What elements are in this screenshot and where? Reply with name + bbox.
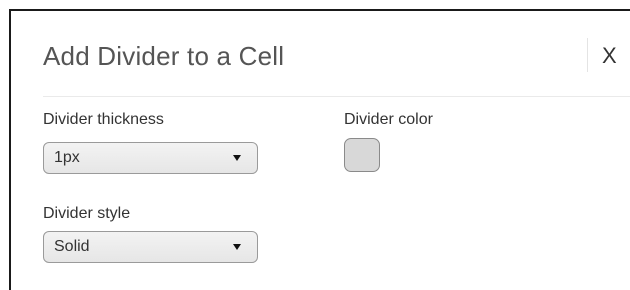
caret-down-icon <box>233 244 241 250</box>
divider-thickness-label: Divider thickness <box>43 111 164 128</box>
divider-color-swatch[interactable] <box>344 138 380 172</box>
divider-thickness-select[interactable]: 1px <box>43 142 258 174</box>
divider-style-select[interactable]: Solid <box>43 231 258 263</box>
caret-down-icon <box>233 155 241 161</box>
header-divider <box>43 96 630 97</box>
dialog-title: Add Divider to a Cell <box>43 41 285 71</box>
divider-thickness-value: 1px <box>54 149 80 166</box>
title-separator <box>587 38 588 72</box>
divider-style-value: Solid <box>54 238 90 255</box>
divider-color-label: Divider color <box>344 111 433 128</box>
divider-style-label: Divider style <box>43 205 131 222</box>
add-divider-dialog: Add Divider to a Cell X Divider thicknes… <box>9 9 630 290</box>
close-button[interactable]: X <box>602 43 617 69</box>
